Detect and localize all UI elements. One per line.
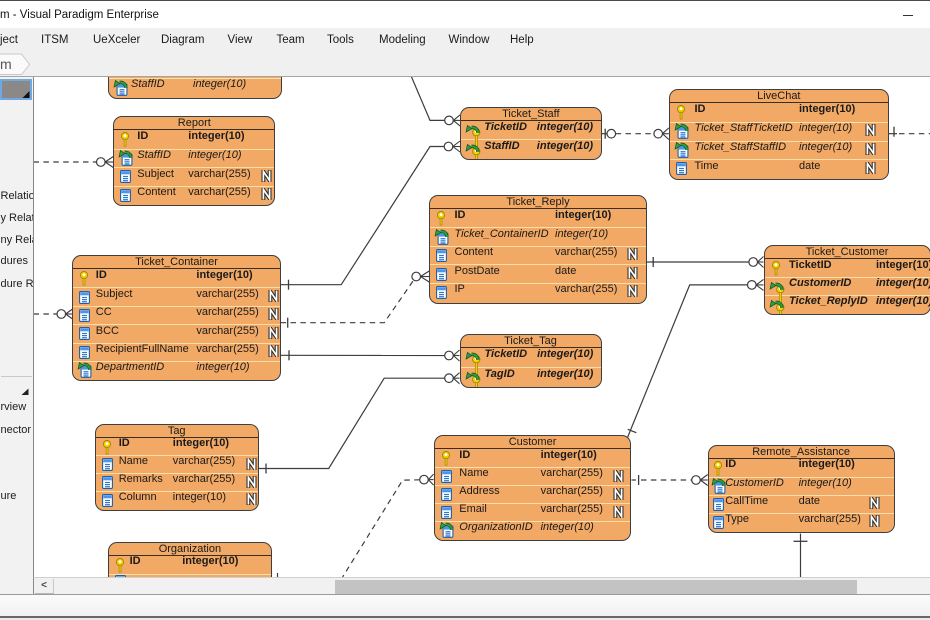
svg-text:m: m (0, 56, 12, 72)
